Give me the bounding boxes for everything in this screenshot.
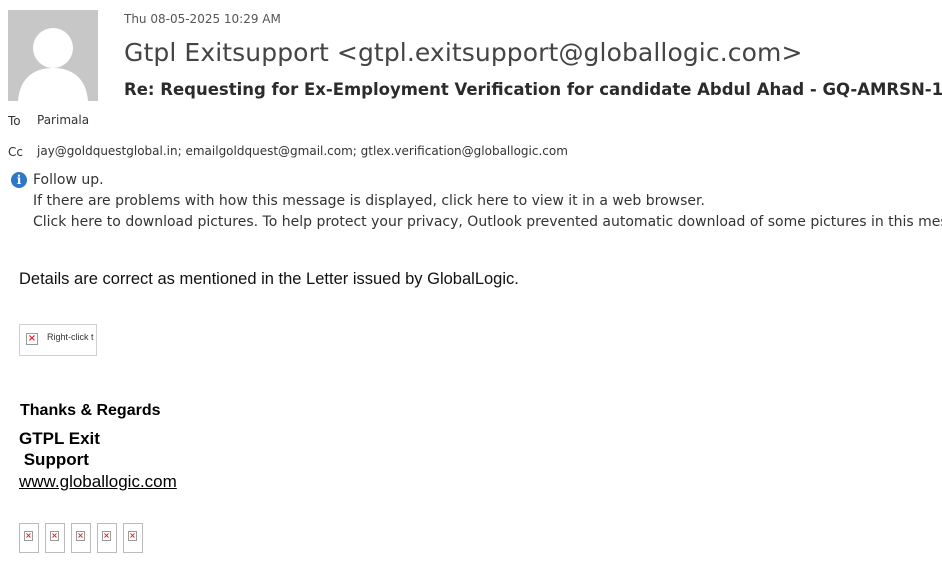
- broken-image-icon: ×: [26, 333, 38, 345]
- signature-name: GTPL Exit Support: [19, 429, 100, 469]
- broken-image-icon: ×: [102, 531, 111, 541]
- blocked-social-icon[interactable]: ×: [45, 523, 65, 553]
- broken-image-icon: ×: [24, 531, 33, 541]
- follow-up-flag: Follow up.: [33, 172, 104, 188]
- person-icon: [8, 10, 98, 101]
- sender-name[interactable]: Gtpl Exitsupport <gtpl.exitsupport@globa…: [124, 38, 803, 67]
- broken-image-icon: ×: [50, 531, 59, 541]
- to-recipients[interactable]: Parimala: [37, 113, 89, 127]
- blocked-image[interactable]: × Right-click t: [19, 324, 97, 356]
- sender-avatar: [8, 10, 98, 101]
- message-body-text: Details are correct as mentioned in the …: [19, 270, 519, 288]
- message-date: Thu 08-05-2025 10:29 AM: [124, 12, 281, 26]
- cc-label: Cc: [8, 145, 23, 159]
- cc-recipients[interactable]: jay@goldquestglobal.in; emailgoldquest@g…: [37, 144, 568, 158]
- closing-text: Thanks & Regards: [20, 402, 161, 419]
- broken-image-icon: ×: [76, 531, 85, 541]
- blocked-social-icon[interactable]: ×: [71, 523, 91, 553]
- blocked-social-icon[interactable]: ×: [97, 523, 117, 553]
- info-icon: i: [11, 172, 27, 188]
- view-in-browser-link[interactable]: If there are problems with how this mess…: [33, 193, 705, 209]
- download-pictures-link[interactable]: Click here to download pictures. To help…: [33, 214, 942, 230]
- image-alt-text: Right-click t: [47, 332, 94, 342]
- signature-website-link[interactable]: www.globallogic.com: [19, 472, 177, 492]
- blocked-social-icon[interactable]: ×: [19, 523, 39, 553]
- message-subject: Re: Requesting for Ex-Employment Verific…: [124, 80, 942, 99]
- blocked-social-icon[interactable]: ×: [123, 523, 143, 553]
- broken-image-icon: ×: [128, 531, 137, 541]
- to-label: To: [8, 114, 21, 128]
